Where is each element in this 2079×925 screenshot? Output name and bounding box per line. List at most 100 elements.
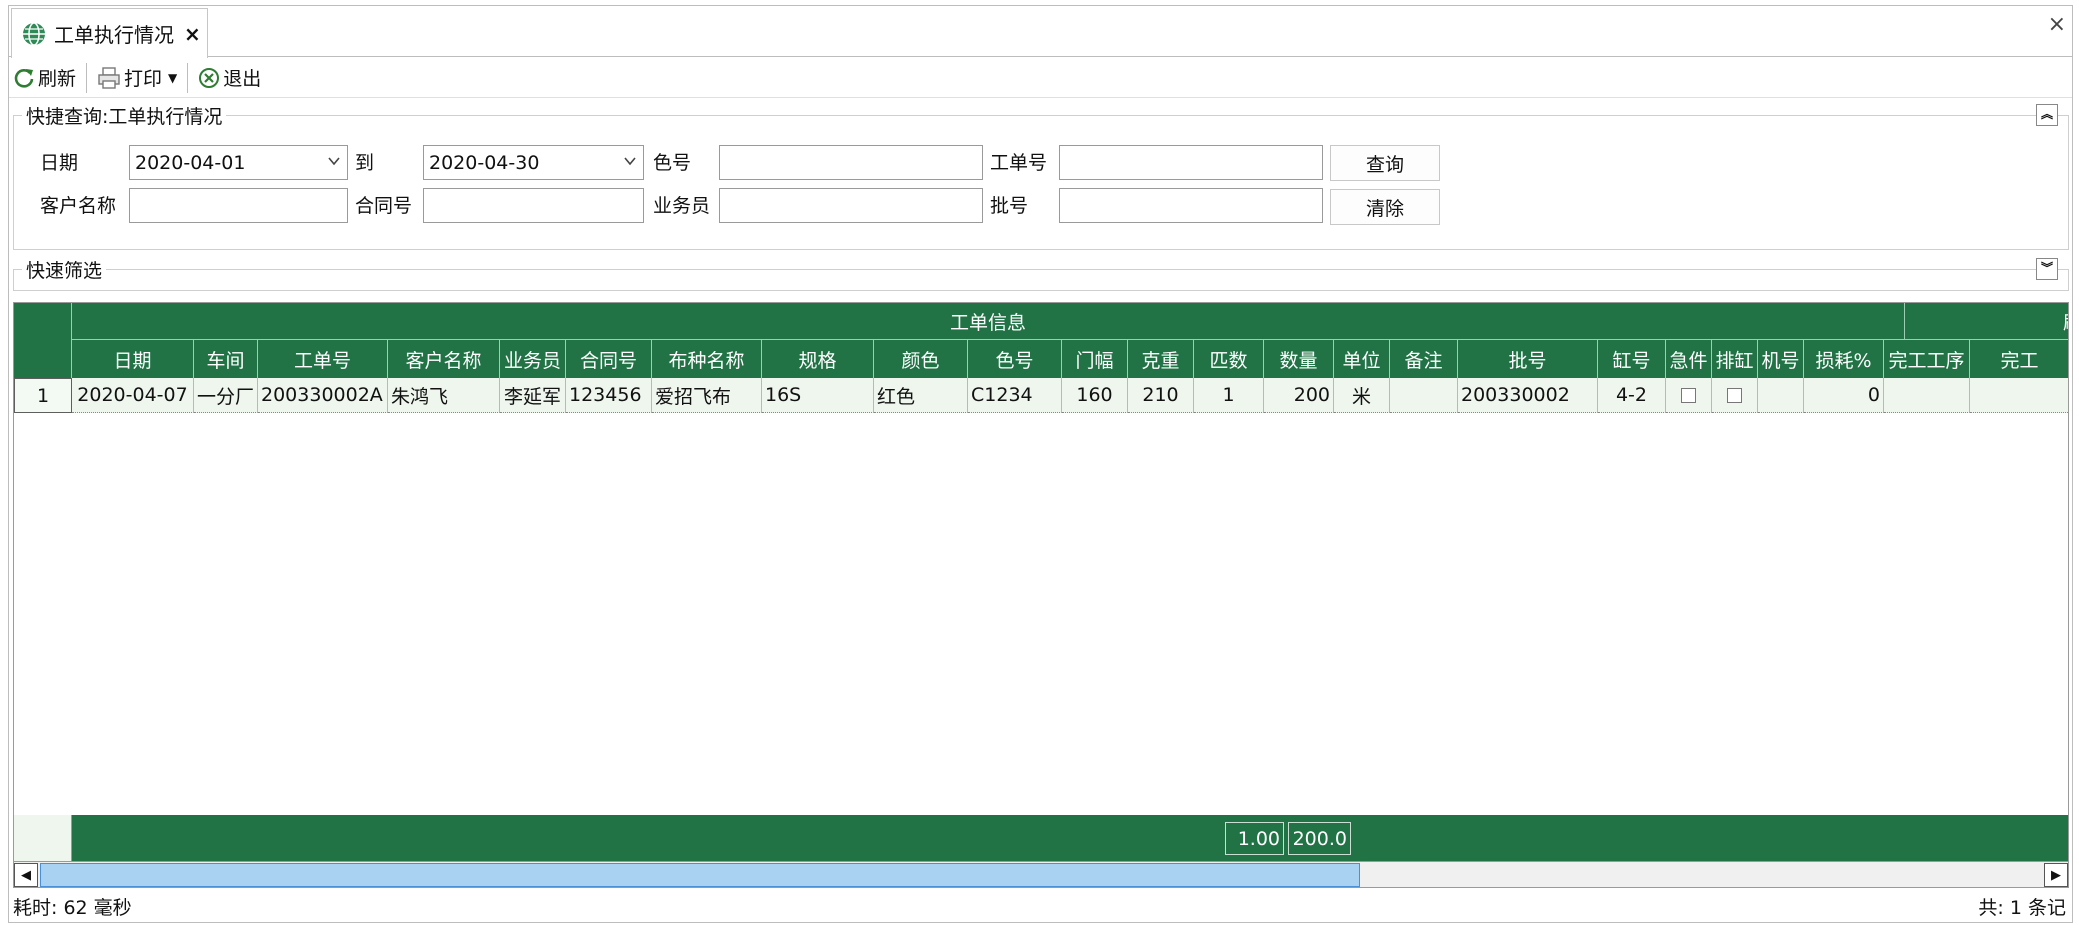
scroll-left-icon[interactable]: ◀ xyxy=(14,863,38,887)
cell-done-process[interactable] xyxy=(1884,378,1970,413)
chevron-down-icon[interactable]: ▼ xyxy=(168,71,177,85)
toolbar: 刷新 打印 ▼ 退出 xyxy=(9,58,2072,98)
cell-color[interactable]: 红色 xyxy=(874,378,968,413)
scroll-right-icon[interactable]: ▶ xyxy=(2044,863,2068,887)
cell-contract[interactable]: 123456 xyxy=(566,378,652,413)
quick-filter-title: 快速筛选 xyxy=(22,256,107,283)
column-header-done-process[interactable]: 完工工序 xyxy=(1884,340,1970,378)
cell-urgent[interactable] xyxy=(1666,378,1712,413)
cell-color-no[interactable]: C1234 xyxy=(968,378,1062,413)
tab-work-order-status[interactable]: 工单执行情况 × xyxy=(11,8,208,58)
elapsed-time: 耗时: 62 毫秒 xyxy=(13,896,132,919)
contract-input[interactable] xyxy=(423,188,644,223)
date-to-value: 2020-04-30 xyxy=(429,151,540,174)
globe-icon xyxy=(23,21,45,46)
column-header-order-no[interactable]: 工单号 xyxy=(258,340,388,378)
batch-input[interactable] xyxy=(1059,188,1323,223)
row-number: 1 xyxy=(14,378,72,413)
cell-date[interactable]: 2020-04-07 xyxy=(72,378,194,413)
column-header-date[interactable]: 日期 xyxy=(72,340,194,378)
column-header-workshop[interactable]: 车间 xyxy=(194,340,258,378)
column-header-color-no[interactable]: 色号 xyxy=(968,340,1062,378)
column-header-quantity[interactable]: 数量 xyxy=(1264,340,1334,378)
quick-query-panel: 快捷查询:工单执行情况 ︽ 日期 2020-04-01 到 2020-04-30… xyxy=(13,102,2069,250)
column-header-salesman[interactable]: 业务员 xyxy=(500,340,566,378)
scheduled-checkbox[interactable] xyxy=(1727,387,1742,403)
status-bar: 耗时: 62 毫秒 共: 1 条记 xyxy=(9,890,2072,922)
column-header-vat-no[interactable]: 缸号 xyxy=(1598,340,1666,378)
column-header-spec[interactable]: 规格 xyxy=(762,340,874,378)
window-close-icon[interactable]: × xyxy=(2048,12,2066,37)
cell-machine-no[interactable] xyxy=(1758,378,1804,413)
expand-down-icon[interactable]: ︾ xyxy=(2036,258,2058,280)
print-button[interactable]: 打印 ▼ xyxy=(93,60,181,96)
cell-width[interactable]: 160 xyxy=(1062,378,1128,413)
color-no-input[interactable] xyxy=(719,145,983,180)
refresh-icon xyxy=(14,68,34,88)
cell-salesman[interactable]: 李延军 xyxy=(500,378,566,413)
exit-icon xyxy=(199,67,220,88)
grid-header: 工单信息 刷卡 日期车间工单号客户名称业务员合同号布种名称规格颜色色号门幅克重匹… xyxy=(14,303,2068,378)
column-header-batch[interactable]: 批号 xyxy=(1458,340,1598,378)
column-header-pieces[interactable]: 匹数 xyxy=(1194,340,1264,378)
column-header-contract[interactable]: 合同号 xyxy=(566,340,652,378)
grid-corner xyxy=(14,303,72,378)
cell-workshop[interactable]: 一分厂 xyxy=(194,378,258,413)
column-header-remark[interactable]: 备注 xyxy=(1390,340,1458,378)
column-header-fabric[interactable]: 布种名称 xyxy=(652,340,762,378)
batch-label: 批号 xyxy=(990,195,1029,217)
cell-customer[interactable]: 朱鸿飞 xyxy=(388,378,500,413)
toolbar-divider xyxy=(187,62,189,93)
cell-quantity[interactable]: 200 xyxy=(1264,378,1334,413)
clear-button[interactable]: 清除 xyxy=(1330,189,1440,225)
exit-label: 退出 xyxy=(223,68,262,90)
column-header-width[interactable]: 门幅 xyxy=(1062,340,1128,378)
customer-label: 客户名称 xyxy=(40,195,117,217)
date-from-picker[interactable]: 2020-04-01 xyxy=(129,145,348,180)
tab-close-icon[interactable]: × xyxy=(184,22,201,46)
salesman-input[interactable] xyxy=(719,188,983,223)
cell-unit[interactable]: 米 xyxy=(1334,378,1390,413)
urgent-checkbox[interactable] xyxy=(1681,387,1696,403)
exit-button[interactable]: 退出 xyxy=(194,60,265,96)
cell-done[interactable] xyxy=(1970,378,2068,413)
column-header-urgent[interactable]: 急件 xyxy=(1666,340,1712,378)
column-header-unit[interactable]: 单位 xyxy=(1334,340,1390,378)
cell-weight[interactable]: 210 xyxy=(1128,378,1194,413)
customer-input[interactable] xyxy=(129,188,348,223)
column-header-weight[interactable]: 克重 xyxy=(1128,340,1194,378)
cell-fabric[interactable]: 爱招飞布 xyxy=(652,378,762,413)
column-header-done[interactable]: 完工 xyxy=(1970,340,2068,378)
date-from-value: 2020-04-01 xyxy=(135,151,246,174)
horizontal-scrollbar[interactable]: ◀ ▶ xyxy=(14,861,2068,887)
order-no-input[interactable] xyxy=(1059,145,1323,180)
column-header-scheduled[interactable]: 排缸 xyxy=(1712,340,1758,378)
cell-spec[interactable]: 16S xyxy=(762,378,874,413)
band-card-swipe: 刷卡 xyxy=(1905,303,2068,340)
table-row[interactable]: 1 2020-04-07 一分厂 200330002A 朱鸿飞 李延军 123456 爱招飞… xyxy=(14,378,2068,413)
cell-vat-no[interactable]: 4-2 xyxy=(1598,378,1666,413)
color-no-label: 色号 xyxy=(653,152,692,174)
column-header-color[interactable]: 颜色 xyxy=(874,340,968,378)
column-header-machine-no[interactable]: 机号 xyxy=(1758,340,1804,378)
cell-batch[interactable]: 200330002 xyxy=(1458,378,1598,413)
to-label: 到 xyxy=(355,152,375,174)
date-to-picker[interactable]: 2020-04-30 xyxy=(423,145,644,180)
column-header-loss[interactable]: 损耗% xyxy=(1804,340,1884,378)
cell-remark[interactable] xyxy=(1390,378,1458,413)
cell-scheduled[interactable] xyxy=(1712,378,1758,413)
column-header-customer[interactable]: 客户名称 xyxy=(388,340,500,378)
order-no-label: 工单号 xyxy=(990,152,1048,174)
scrollbar-thumb[interactable] xyxy=(40,863,1360,887)
cell-pieces[interactable]: 1 xyxy=(1194,378,1264,413)
chevron-down-icon[interactable] xyxy=(623,154,637,168)
collapse-up-icon[interactable]: ︽ xyxy=(2036,104,2058,126)
toolbar-divider xyxy=(86,62,88,93)
tab-strip: 工单执行情况 × × xyxy=(9,6,2072,58)
refresh-button[interactable]: 刷新 xyxy=(9,60,80,96)
search-button[interactable]: 查询 xyxy=(1330,145,1440,181)
cell-loss[interactable]: 0 xyxy=(1804,378,1884,413)
refresh-label: 刷新 xyxy=(38,68,77,90)
chevron-down-icon[interactable] xyxy=(327,154,341,168)
cell-order-no[interactable]: 200330002A xyxy=(258,378,388,413)
